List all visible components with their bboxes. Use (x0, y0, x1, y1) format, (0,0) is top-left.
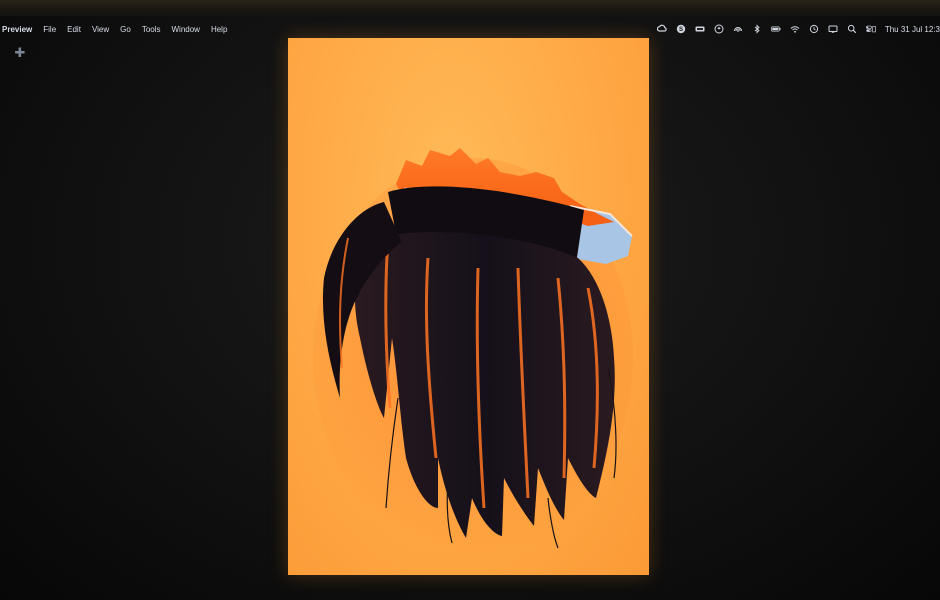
menu-clock[interactable]: Thu 31 Jul 12:3 (885, 25, 940, 34)
dropbox-icon[interactable] (714, 24, 724, 34)
menu-status-area: S Thu 31 Jul 12:3 (656, 24, 940, 34)
menu-view[interactable]: View (92, 25, 109, 34)
svg-text:S: S (679, 27, 683, 33)
creative-cloud-icon[interactable] (656, 24, 667, 34)
menu-file[interactable]: File (43, 25, 56, 34)
menu-left: Preview File Edit View Go Tools Window H… (0, 25, 227, 34)
document-artwork (288, 38, 649, 575)
monitor-bezel (0, 0, 940, 16)
menu-bar: Preview File Edit View Go Tools Window H… (0, 18, 940, 40)
skype-icon[interactable]: S (676, 24, 686, 34)
menu-app-preview[interactable]: Preview (2, 25, 32, 34)
wifi-icon[interactable] (790, 24, 800, 34)
menu-go[interactable]: Go (120, 25, 131, 34)
control-center-icon[interactable] (865, 24, 876, 34)
menu-edit[interactable]: Edit (67, 25, 81, 34)
torn-paper-hair-illustration (313, 148, 633, 558)
menu-help[interactable]: Help (211, 25, 227, 34)
battery-icon[interactable] (770, 24, 781, 34)
menu-tools[interactable]: Tools (142, 25, 161, 34)
time-machine-icon[interactable] (809, 24, 819, 34)
spotlight-icon[interactable] (847, 24, 857, 34)
screen-mirroring-icon[interactable] (828, 24, 838, 34)
bluetooth-icon[interactable] (752, 24, 762, 34)
desktop-screen: Preview File Edit View Go Tools Window H… (0, 0, 940, 600)
menu-window[interactable]: Window (172, 25, 200, 34)
airdrop-icon[interactable] (733, 24, 743, 34)
crosshair-cursor-icon: ✚ (14, 45, 26, 60)
battery-box-icon[interactable] (695, 24, 705, 34)
